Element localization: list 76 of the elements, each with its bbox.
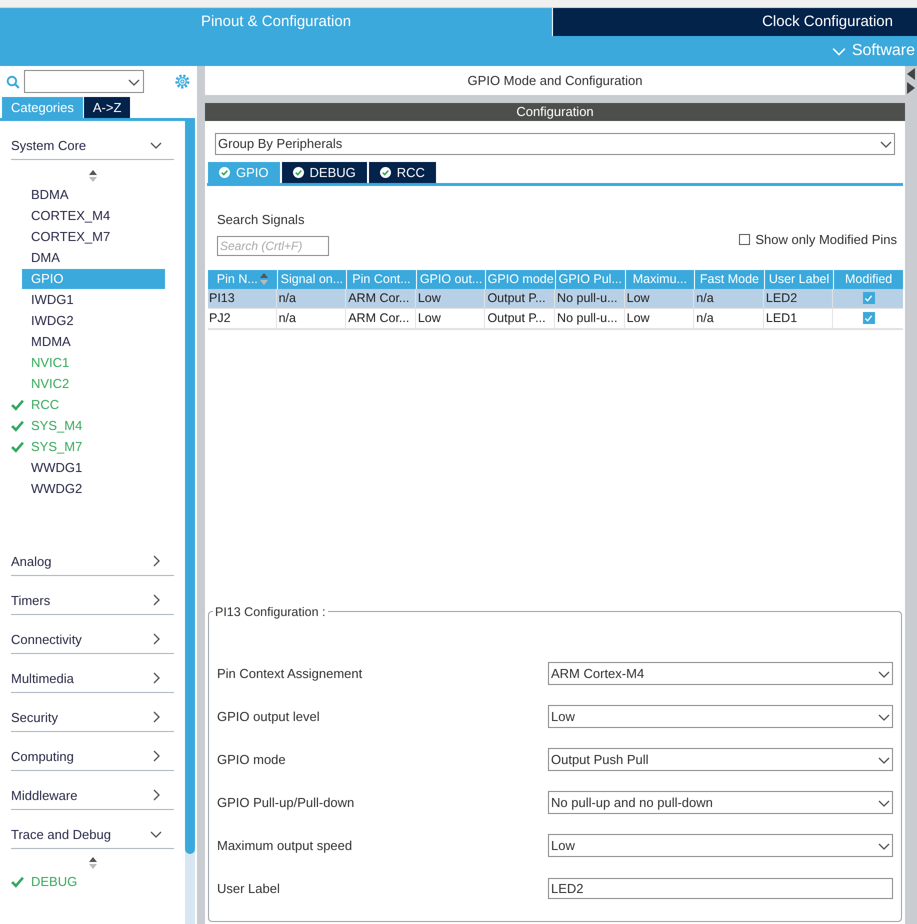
scrollbar[interactable] <box>185 121 195 924</box>
field-label: GPIO output level <box>217 708 320 726</box>
sidebar-item[interactable]: CORTEX_M4 <box>22 206 165 226</box>
search-signals-field[interactable]: Search (Crtl+F) <box>217 236 329 256</box>
table-cell: n/a <box>278 308 346 328</box>
sidebar-item[interactable]: BDMA <box>22 184 165 204</box>
category-header[interactable]: Computing <box>11 732 174 771</box>
sort-icon <box>260 273 268 285</box>
table-cell: No pull-u... <box>556 308 625 328</box>
sidebar-item[interactable]: IWDG1 <box>22 290 165 310</box>
config-dropdown[interactable]: No pull-up and no pull-down <box>548 791 893 814</box>
sidebar-item[interactable]: MDMA <box>22 332 165 352</box>
panel-title: GPIO Mode and Configuration <box>205 66 905 95</box>
table-cell: PI13 <box>208 288 277 308</box>
config-dropdown[interactable]: Low <box>548 834 893 857</box>
sidebar-item[interactable]: CORTEX_M7 <box>22 226 165 246</box>
sidebar-item[interactable]: IWDG2 <box>22 310 165 330</box>
table-cell: Low <box>626 288 694 308</box>
category-header[interactable]: Security <box>11 693 174 732</box>
check-icon <box>11 875 24 888</box>
modified-checkbox[interactable] <box>862 292 875 304</box>
category-header[interactable]: Multimedia <box>11 654 174 693</box>
user-label-field[interactable]: LED2 <box>548 878 893 899</box>
check-icon <box>11 398 24 411</box>
collapse-arrow-icon[interactable] <box>907 68 915 80</box>
config-dropdown[interactable]: Output Push Pull <box>548 748 893 771</box>
sidebar-tab[interactable]: A->Z <box>84 97 130 118</box>
group-by-dropdown[interactable]: Group By Peripherals <box>215 133 895 155</box>
table-cell: LED1 <box>764 308 834 328</box>
table-cell: n/a <box>695 308 764 328</box>
table-cell: Output P... <box>486 308 556 328</box>
config-dropdown[interactable]: Low <box>548 705 893 728</box>
top-tab[interactable]: Clock Configuration <box>552 8 917 36</box>
settings-icon[interactable] <box>174 73 191 90</box>
category-header[interactable]: Middleware <box>11 771 174 810</box>
field-label: Pin Context Assignement <box>217 664 362 683</box>
search-combo[interactable] <box>24 70 144 93</box>
field-label: Maximum output speed <box>217 836 352 855</box>
table-cell: Output P... <box>486 288 556 308</box>
config-dropdown[interactable]: ARM Cortex-M4 <box>548 662 893 685</box>
check-icon <box>11 419 24 432</box>
category-header[interactable]: Timers <box>11 576 174 615</box>
category-header[interactable]: Trace and Debug <box>11 810 174 849</box>
check-icon <box>11 440 24 453</box>
table-cell: Low <box>416 308 486 328</box>
table-cell: No pull-u... <box>556 288 625 308</box>
table-cell: n/a <box>695 288 764 308</box>
check-circle-icon <box>292 167 304 178</box>
sort-icon <box>88 857 96 869</box>
search-signals-label: Search Signals <box>217 211 306 229</box>
sidebar-item[interactable]: WWDG2 <box>22 478 165 498</box>
table-cell: ARM Cor... <box>347 308 416 328</box>
table-cell: PJ2 <box>208 308 277 328</box>
sidebar-item[interactable]: WWDG1 <box>22 458 165 478</box>
show-modified-checkbox[interactable]: Show only Modified Pins <box>739 230 897 250</box>
peripheral-tab[interactable]: DEBUG <box>282 162 367 183</box>
table-cell: n/a <box>278 288 346 308</box>
category-header[interactable]: Analog <box>11 537 174 576</box>
table-cell: ARM Cor... <box>347 288 416 308</box>
modified-checkbox[interactable] <box>862 312 875 324</box>
check-circle-icon <box>380 167 391 178</box>
section-header: Configuration <box>205 103 905 121</box>
sidebar-item[interactable]: DMA <box>22 248 165 268</box>
category-header[interactable]: System Core <box>11 121 174 160</box>
expand-arrow-icon[interactable] <box>907 82 915 94</box>
sort-icon <box>88 170 96 182</box>
check-circle-icon <box>219 167 230 178</box>
table-cell: Low <box>416 288 486 308</box>
field-label: GPIO Pull-up/Pull-down <box>217 794 354 812</box>
search-icon <box>6 74 20 88</box>
peripheral-tab[interactable]: RCC <box>368 162 436 183</box>
category-header[interactable]: Connectivity <box>11 615 174 654</box>
field-label: GPIO mode <box>217 750 286 769</box>
field-label: User Label <box>217 880 280 898</box>
table-cell: Low <box>626 308 694 328</box>
table-cell: LED2 <box>764 288 834 308</box>
